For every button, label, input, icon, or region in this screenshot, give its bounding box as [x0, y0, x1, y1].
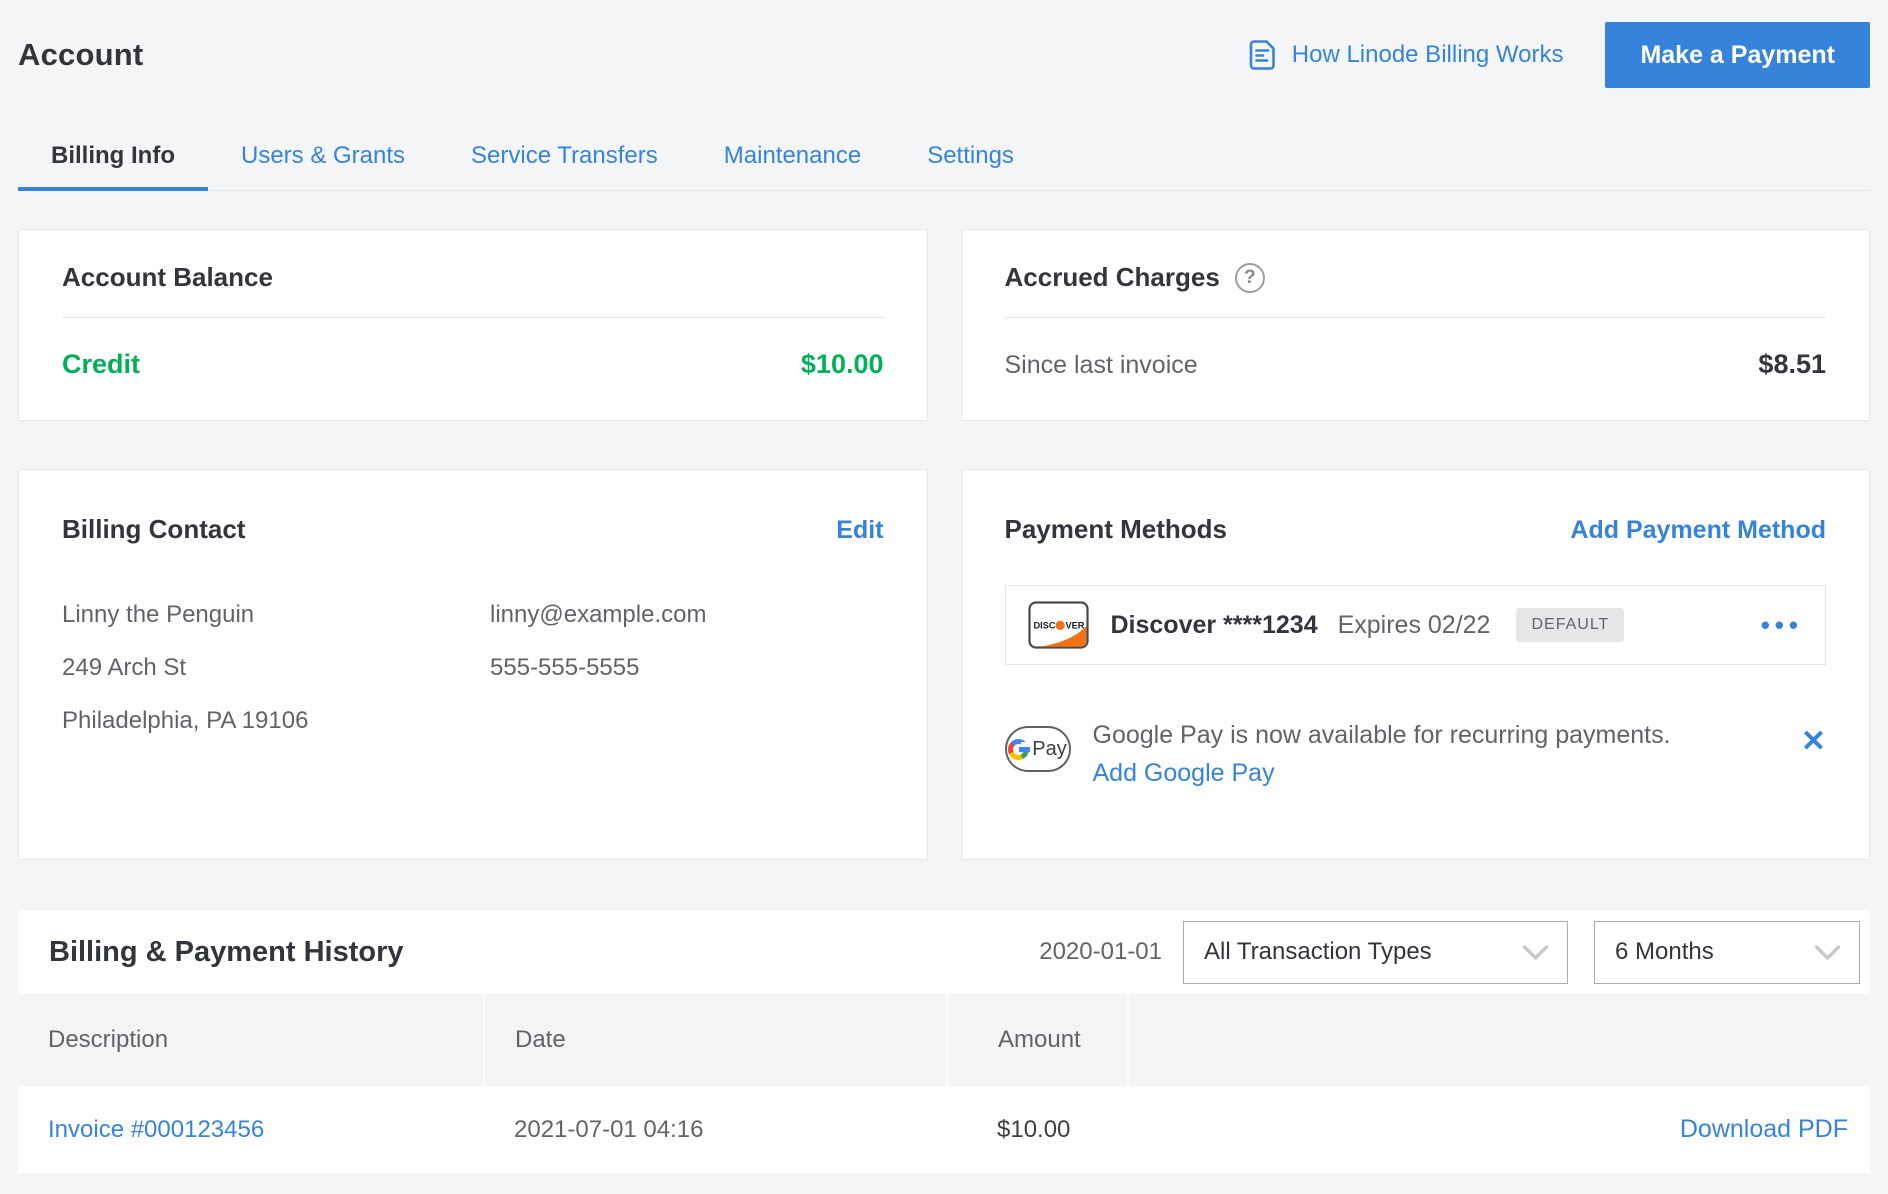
column-header-description[interactable]: Description: [18, 994, 484, 1086]
discover-logo-text-1: DISC: [1033, 621, 1055, 631]
payment-methods-head: Payment Methods Add Payment Method: [1005, 514, 1827, 545]
history-start-date[interactable]: 2020-01-01: [1039, 938, 1162, 966]
contact-phone: 555-555-5555: [490, 654, 706, 682]
invoice-amount: $10.00: [947, 1086, 1128, 1173]
transaction-types-value: All Transaction Types: [1204, 938, 1432, 966]
contact-address-column: Linny the Penguin 249 Arch St Philadelph…: [62, 601, 490, 760]
download-pdf-link[interactable]: Download PDF: [1680, 1115, 1848, 1143]
billing-contact-card: Billing Contact Edit Linny the Penguin 2…: [18, 469, 928, 860]
account-balance-title: Account Balance: [62, 262, 884, 293]
how-billing-works-label: How Linode Billing Works: [1292, 41, 1564, 69]
billing-contact-head: Billing Contact Edit: [62, 514, 884, 545]
contact-comms-column: linny@example.com 555-555-5555: [490, 601, 706, 760]
card-actions-menu-icon[interactable]: •••: [1761, 610, 1803, 641]
tab-users-grants[interactable]: Users & Grants: [208, 128, 438, 190]
how-billing-works-link[interactable]: How Linode Billing Works: [1245, 38, 1564, 72]
tab-settings[interactable]: Settings: [894, 128, 1047, 190]
document-icon: [1245, 38, 1279, 72]
billing-contact-title: Billing Contact: [62, 514, 245, 545]
contact-name: Linny the Penguin: [62, 601, 490, 629]
chevron-down-icon: [1814, 944, 1841, 961]
invoice-date: 2021-07-01 04:16: [484, 1086, 947, 1173]
accrued-charges-label: Since last invoice: [1005, 351, 1198, 380]
google-pay-message-block: Google Pay is now available for recurrin…: [1093, 721, 1671, 788]
default-badge: DEFAULT: [1516, 608, 1624, 642]
accrued-charges-row: Since last invoice $8.51: [1005, 349, 1827, 380]
card-expiry: Expires 02/22: [1338, 611, 1491, 640]
google-pay-message: Google Pay is now available for recurrin…: [1093, 721, 1671, 749]
add-payment-method-link[interactable]: Add Payment Method: [1570, 516, 1826, 545]
account-balance-card: Account Balance Credit $10.00: [18, 229, 928, 421]
divider: [1005, 317, 1827, 318]
billing-history-controls: 2020-01-01 All Transaction Types 6 Month…: [1039, 921, 1860, 984]
google-pay-icon: Pay: [1005, 726, 1071, 772]
account-page: Account How Linode Billing Works Make a …: [0, 0, 1888, 1173]
accrued-charges-amount: $8.51: [1758, 349, 1826, 380]
tab-billing-info[interactable]: Billing Info: [18, 128, 208, 191]
chevron-down-icon: [1522, 944, 1549, 961]
billing-history-header: Billing & Payment History 2020-01-01 All…: [18, 910, 1870, 994]
close-icon[interactable]: ✕: [1801, 727, 1826, 757]
google-pay-banner: Pay Google Pay is now available for recu…: [1005, 721, 1827, 788]
make-payment-button[interactable]: Make a Payment: [1605, 22, 1870, 88]
page-title: Account: [18, 37, 143, 73]
google-pay-logo-text: Pay: [1032, 738, 1066, 761]
top-bar-actions: How Linode Billing Works Make a Payment: [1245, 22, 1870, 88]
accrued-charges-card: Accrued Charges ? Since last invoice $8.…: [961, 229, 1871, 421]
payment-method-row: DISC VER Discover ****1234 Expires 02/22…: [1005, 585, 1827, 665]
divider: [62, 317, 884, 318]
contact-address-line1: 249 Arch St: [62, 654, 490, 682]
billing-history-table: Description Date Amount Invoice #0001234…: [18, 994, 1870, 1173]
card-display-name: Discover ****1234: [1111, 611, 1318, 640]
column-header-actions: [1128, 994, 1870, 1086]
account-tabs: Billing Info Users & Grants Service Tran…: [18, 128, 1870, 191]
column-header-amount[interactable]: Amount: [947, 994, 1128, 1086]
top-bar: Account How Linode Billing Works Make a …: [18, 22, 1870, 88]
time-range-value: 6 Months: [1615, 938, 1714, 966]
payment-methods-title: Payment Methods: [1005, 514, 1228, 545]
account-balance-row: Credit $10.00: [62, 349, 884, 380]
balance-status-label: Credit: [62, 349, 140, 380]
help-icon[interactable]: ?: [1235, 263, 1265, 293]
billing-contact-details: Linny the Penguin 249 Arch St Philadelph…: [62, 601, 884, 760]
billing-history-section: Billing & Payment History 2020-01-01 All…: [18, 910, 1870, 1173]
discover-card-icon: DISC VER: [1028, 601, 1089, 649]
tab-maintenance[interactable]: Maintenance: [691, 128, 894, 190]
table-row: Invoice #000123456 2021-07-01 04:16 $10.…: [18, 1086, 1870, 1173]
time-range-select[interactable]: 6 Months: [1594, 921, 1860, 984]
edit-billing-contact-link[interactable]: Edit: [836, 516, 883, 545]
invoice-link[interactable]: Invoice #000123456: [18, 1086, 484, 1173]
contact-email: linny@example.com: [490, 601, 706, 629]
detail-cards-row: Billing Contact Edit Linny the Penguin 2…: [18, 469, 1870, 860]
tab-service-transfers[interactable]: Service Transfers: [438, 128, 691, 190]
transaction-types-select[interactable]: All Transaction Types: [1183, 921, 1568, 984]
column-header-date[interactable]: Date: [484, 994, 947, 1086]
google-g-logo: [1008, 739, 1029, 760]
accrued-charges-title-text: Accrued Charges: [1005, 262, 1220, 293]
billing-history-title: Billing & Payment History: [49, 936, 404, 969]
table-header-row: Description Date Amount: [18, 994, 1870, 1086]
payment-methods-card: Payment Methods Add Payment Method DISC …: [961, 469, 1871, 860]
contact-address-line2: Philadelphia, PA 19106: [62, 707, 490, 735]
balance-amount: $10.00: [801, 349, 884, 380]
add-google-pay-link[interactable]: Add Google Pay: [1093, 759, 1275, 788]
discover-logo-text-2: VER: [1065, 621, 1084, 631]
summary-cards-row: Account Balance Credit $10.00 Accrued Ch…: [18, 229, 1870, 421]
accrued-charges-title: Accrued Charges ?: [1005, 262, 1827, 293]
